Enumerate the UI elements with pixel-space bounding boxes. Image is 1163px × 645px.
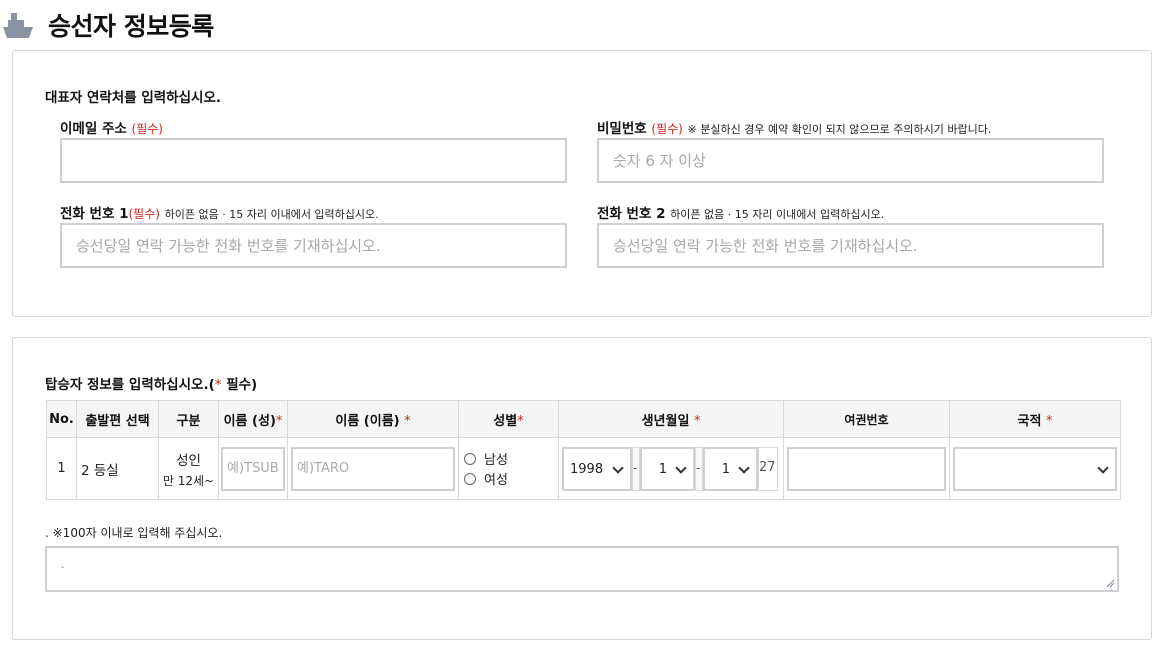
gender-option-male[interactable]: 남성: [462, 449, 558, 469]
row-type: 성인 만 12세~: [158, 437, 219, 500]
col-nationality-text: 국적: [1017, 413, 1042, 429]
col-first-name-text: 이름 (이름): [335, 413, 400, 429]
col-gender-text: 성별: [493, 413, 518, 429]
phone2-label: 전화 번호 2 하이픈 없음 · 15 자리 이내에서 입력하십시오.: [597, 202, 884, 222]
email-label: 이메일 주소 (필수): [60, 117, 163, 137]
phone2-label-text: 전화 번호 2: [597, 206, 666, 222]
chevron-down-icon: [1097, 461, 1109, 474]
row-last-name-cell: [218, 437, 288, 500]
nationality-select[interactable]: [953, 446, 1117, 491]
birth-day-select[interactable]: 1: [703, 446, 758, 491]
password-input[interactable]: [597, 138, 1104, 183]
birth-separator: -: [632, 446, 640, 491]
ship-icon: [3, 13, 33, 38]
password-required-mark: (필수): [651, 122, 683, 136]
chevron-down-icon: [738, 461, 750, 474]
col-no: No.: [46, 400, 77, 438]
gender-option-female[interactable]: 여성: [462, 469, 558, 489]
col-passport: 여권번호: [783, 400, 950, 438]
page-header: 승선자 정보등록: [0, 0, 1163, 46]
row-passport-cell: [783, 437, 950, 500]
password-label-text: 비밀번호: [597, 121, 647, 137]
male-radio[interactable]: [464, 452, 476, 465]
phone1-label: 전화 번호 1(필수) 하이픈 없음 · 15 자리 이내에서 입력하십시오.: [60, 202, 379, 222]
male-label: 남성: [484, 453, 508, 468]
password-note: ※ 분실하신 경우 예약 확인이 되지 않으므로 주의하시기 바랍니다.: [687, 123, 992, 136]
col-gender: 성별*: [458, 400, 559, 438]
table-row: 1 2 등실 성인 만 12세~ 남성 여성 1998 - 1 - 1 27: [46, 437, 1121, 500]
chevron-down-icon: [612, 461, 624, 474]
col-last-name: 이름 (성)*: [218, 400, 288, 438]
col-first-name: 이름 (이름) *: [287, 400, 459, 438]
birth-year-select[interactable]: 1998: [562, 446, 632, 491]
contact-panel: 대표자 연락처를 입력하십시오. 이메일 주소 (필수) 비밀번호 (필수) ※…: [12, 50, 1152, 317]
phone1-input[interactable]: [60, 223, 567, 268]
birth-day-value: 1: [721, 461, 730, 477]
female-label: 여성: [484, 473, 508, 488]
col-birthdate: 생년월일 *: [558, 400, 784, 438]
col-nationality: 국적 *: [949, 400, 1121, 438]
chevron-down-icon: [675, 461, 687, 474]
phone2-note: 하이픈 없음 · 15 자리 이내에서 입력하십시오.: [670, 208, 885, 221]
age-display: 27: [758, 446, 778, 491]
row-first-name-cell: [287, 437, 459, 500]
passenger-title-prefix: 탑승자 정보를 입력하십시오.(: [45, 377, 215, 393]
col-last-name-star: *: [275, 413, 283, 429]
birth-separator: -: [695, 446, 703, 491]
resize-grip-icon[interactable]: [1106, 579, 1115, 588]
row-gender-cell: 남성 여성: [458, 437, 559, 500]
email-input[interactable]: [60, 138, 567, 183]
passport-input[interactable]: [787, 446, 946, 491]
row-birthdate-cell: 1998 - 1 - 1 27: [558, 437, 784, 500]
row-nationality-cell: [949, 437, 1121, 500]
row-type-label: 성인: [176, 452, 201, 469]
contact-section-title: 대표자 연락처를 입력하십시오.: [45, 90, 221, 106]
col-birthdate-star: *: [693, 413, 701, 429]
col-type: 구분: [158, 400, 219, 438]
birth-year-value: 1998: [570, 461, 604, 477]
table-header-row: No. 출발편 선택 구분 이름 (성)* 이름 (이름) * 성별* 생년월일…: [46, 400, 1121, 438]
passenger-panel: 탑승자 정보를 입력하십시오.(* 필수) No. 출발편 선택 구분 이름 (…: [12, 337, 1152, 640]
phone1-label-text: 전화 번호 1: [60, 206, 129, 222]
email-label-text: 이메일 주소: [60, 121, 127, 137]
password-label: 비밀번호 (필수) ※ 분실하신 경우 예약 확인이 되지 않으므로 주의하시기…: [597, 117, 991, 137]
col-gender-star: *: [517, 413, 524, 429]
row-type-sub: 만 12세~: [162, 473, 215, 488]
row-no: 1: [46, 437, 77, 500]
col-last-name-text: 이름 (성): [223, 413, 276, 429]
passenger-section-title: 탑승자 정보를 입력하십시오.(* 필수): [45, 373, 257, 393]
first-name-input[interactable]: [291, 446, 455, 491]
passenger-title-suffix: 필수): [221, 377, 258, 393]
birth-month-select[interactable]: 1: [640, 446, 695, 491]
phone2-input[interactable]: [597, 223, 1104, 268]
page-title: 승선자 정보등록: [48, 12, 214, 41]
col-departure: 출발편 선택: [76, 400, 159, 438]
birth-month-value: 1: [658, 461, 667, 477]
col-first-name-star: *: [404, 413, 411, 429]
row-departure: 2 등실: [76, 437, 159, 500]
passenger-title-star: *: [214, 377, 222, 393]
phone1-required-mark: (필수): [128, 207, 160, 221]
female-radio[interactable]: [464, 472, 476, 485]
col-birthdate-text: 생년월일: [641, 413, 690, 429]
passenger-table: No. 출발편 선택 구분 이름 (성)* 이름 (이름) * 성별* 생년월일…: [46, 400, 1121, 500]
last-name-input[interactable]: [221, 446, 285, 491]
email-required-mark: (필수): [131, 122, 163, 136]
remarks-value: .: [61, 558, 65, 571]
col-nationality-star: *: [1045, 413, 1053, 429]
remarks-note: . ※100자 이내로 입력해 주십시오.: [45, 526, 223, 540]
phone1-note: 하이픈 없음 · 15 자리 이내에서 입력하십시오.: [164, 208, 379, 221]
remarks-textarea[interactable]: .: [45, 546, 1119, 592]
